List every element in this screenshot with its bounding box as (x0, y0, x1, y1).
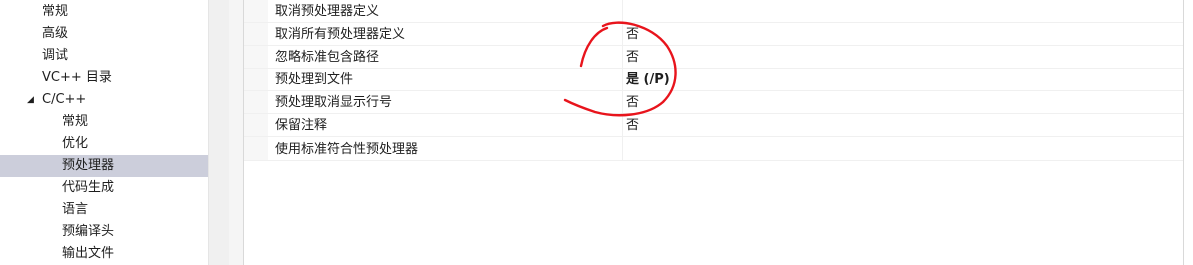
property-pages-window: 常规 高级 调试 VC++ 目录 ◢ C/C++ 常规 优化 预处理器 代码生成… (0, 0, 1193, 265)
property-row-preprocess-suppress-line-numbers[interactable]: 预处理取消显示行号 否 (244, 92, 1183, 114)
tree-item-label: 常规 (62, 114, 89, 129)
property-grid: 取消预处理器定义 取消所有预处理器定义 否 忽略标准包含路径 否 预处理到文件 … (244, 0, 1183, 265)
property-row-undefine-all-preprocessor-definitions[interactable]: 取消所有预处理器定义 否 (244, 24, 1183, 46)
tree-item-label: 预处理器 (62, 158, 115, 173)
window-right-edge (1183, 0, 1193, 265)
tree-item-label: 常规 (42, 4, 69, 19)
property-name: 保留注释 (275, 118, 328, 133)
tree-item-precompiled-headers[interactable]: 预编译头 (0, 221, 208, 243)
tree-item-label: 语言 (62, 202, 89, 217)
tree-item-optimization[interactable]: 优化 (0, 133, 208, 155)
tree-item-general[interactable]: 常规 (0, 1, 208, 23)
tree-item-c-cpp[interactable]: ◢ C/C++ (0, 89, 208, 111)
property-name: 取消所有预处理器定义 (275, 27, 406, 42)
property-name: 预处理取消显示行号 (275, 95, 393, 110)
property-name: 使用标准符合性预处理器 (275, 142, 419, 157)
configuration-tree: 常规 高级 调试 VC++ 目录 ◢ C/C++ 常规 优化 预处理器 代码生成… (0, 0, 208, 265)
property-value[interactable]: 是 (/P) (626, 69, 670, 91)
tree-item-label: 优化 (62, 136, 89, 151)
property-name: 忽略标准包含路径 (275, 50, 380, 65)
tree-item-debugging[interactable]: 调试 (0, 45, 208, 67)
tree-item-vc-directories[interactable]: VC++ 目录 (0, 67, 208, 89)
tree-item-label: 高级 (42, 26, 69, 41)
tree-item-language[interactable]: 语言 (0, 199, 208, 221)
tree-item-label: VC++ 目录 (42, 70, 112, 85)
tree-item-label: 调试 (42, 48, 69, 63)
property-row-use-standard-conforming-preprocessor[interactable]: 使用标准符合性预处理器 (244, 139, 1183, 161)
tree-item-label: 输出文件 (62, 246, 115, 261)
property-value[interactable]: 否 (626, 115, 639, 137)
tree-item-preprocessor[interactable]: 预处理器 (0, 155, 208, 177)
tree-item-label: 预编译头 (62, 224, 115, 239)
tree-item-label: C/C++ (42, 92, 87, 107)
tree-item-code-generation[interactable]: 代码生成 (0, 177, 208, 199)
property-row-undefine-preprocessor-definitions[interactable]: 取消预处理器定义 (244, 1, 1183, 23)
property-name: 取消预处理器定义 (275, 4, 380, 19)
property-value[interactable]: 否 (626, 24, 639, 46)
pane-splitter[interactable] (229, 0, 244, 265)
property-value[interactable]: 否 (626, 47, 639, 69)
property-name: 预处理到文件 (275, 72, 354, 87)
expand-triangle-icon[interactable]: ◢ (27, 89, 34, 111)
tree-item-output-files[interactable]: 输出文件 (0, 243, 208, 265)
tree-scrollbar[interactable] (208, 0, 229, 265)
tree-item-label: 代码生成 (62, 180, 115, 195)
property-row-ignore-standard-include-paths[interactable]: 忽略标准包含路径 否 (244, 47, 1183, 69)
tree-item-advanced[interactable]: 高级 (0, 23, 208, 45)
tree-item-cpp-general[interactable]: 常规 (0, 111, 208, 133)
property-value[interactable]: 否 (626, 92, 639, 114)
property-row-keep-comments[interactable]: 保留注释 否 (244, 115, 1183, 137)
property-row-preprocess-to-file[interactable]: 预处理到文件 是 (/P) (244, 69, 1183, 91)
